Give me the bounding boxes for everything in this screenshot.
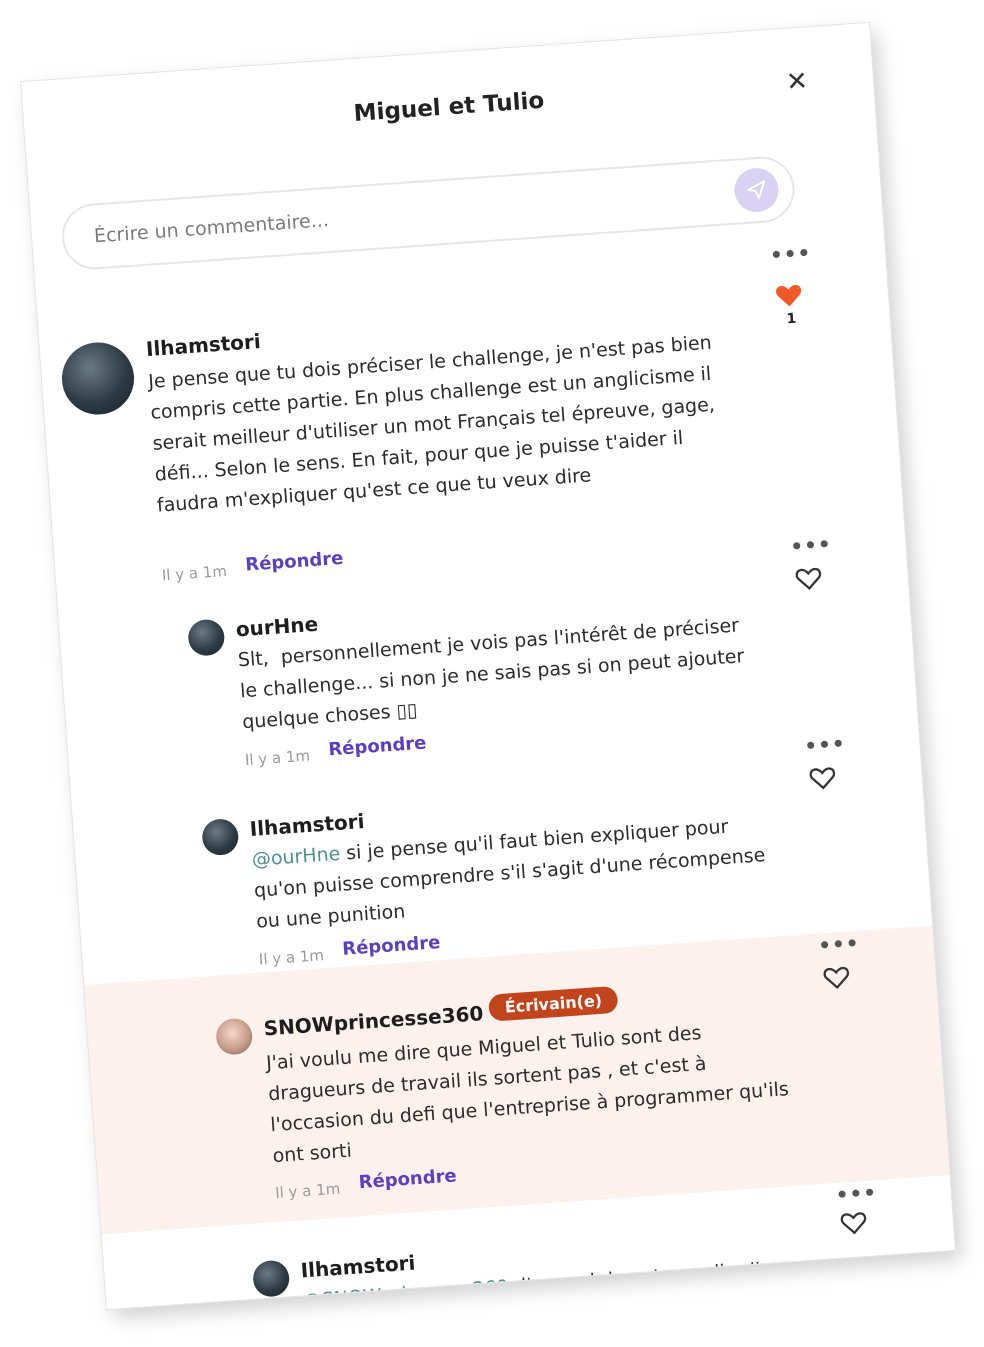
close-icon[interactable]: ✕ [780,65,814,99]
comment-username[interactable]: Ilhamstori [249,809,365,841]
heart-icon[interactable] [807,762,839,794]
writer-badge: Écrivain(e) [487,985,619,1022]
mention-link[interactable]: @ourHne [251,843,341,871]
avatar[interactable] [251,1259,291,1298]
comment-time: Il y a 1m [274,1179,341,1203]
heart-icon[interactable] [838,1207,870,1239]
send-button[interactable] [732,166,780,214]
avatar[interactable] [201,817,240,857]
more-options-icon[interactable]: ••• [804,731,847,758]
reply-button[interactable]: Répondre [328,733,427,761]
heart-icon-liked[interactable] [773,279,805,311]
comment-username[interactable]: ourHne [235,612,319,642]
comments-panel: Miguel et Tulio ✕ ••• Ilhamstori Je pens… [20,21,956,1311]
comment-input[interactable] [90,178,657,256]
comment-time: Il y a 1m [258,946,325,969]
reply-button[interactable]: Répondre [358,1165,457,1193]
avatar[interactable] [59,340,137,417]
avatar[interactable] [215,1017,254,1056]
send-icon [747,180,766,200]
more-options-icon[interactable]: ••• [790,532,833,559]
reply-button[interactable]: Répondre [342,932,441,960]
comment-username[interactable]: Ilhamstori [145,329,261,361]
like-count: 1 [785,310,797,328]
more-options-icon[interactable]: ••• [769,240,812,267]
comment-username[interactable]: Ilhamstori [300,1251,416,1283]
comment-time: Il y a 1m [244,746,311,770]
comment-item: ••• Ilhamstori Je pense que tu dois préc… [55,232,834,585]
comment-text: Je pense que tu dois préciser le challen… [147,331,722,517]
avatar[interactable] [187,618,226,657]
story-title: Miguel et Tulio [352,87,546,127]
more-options-icon[interactable]: ••• [835,1180,878,1207]
more-options-icon[interactable]: ••• [817,931,860,958]
heart-icon[interactable] [821,961,853,993]
comment-text: J'ai voulu me dire que Miguel et Tulio s… [265,1021,796,1168]
heart-icon[interactable] [793,562,825,594]
